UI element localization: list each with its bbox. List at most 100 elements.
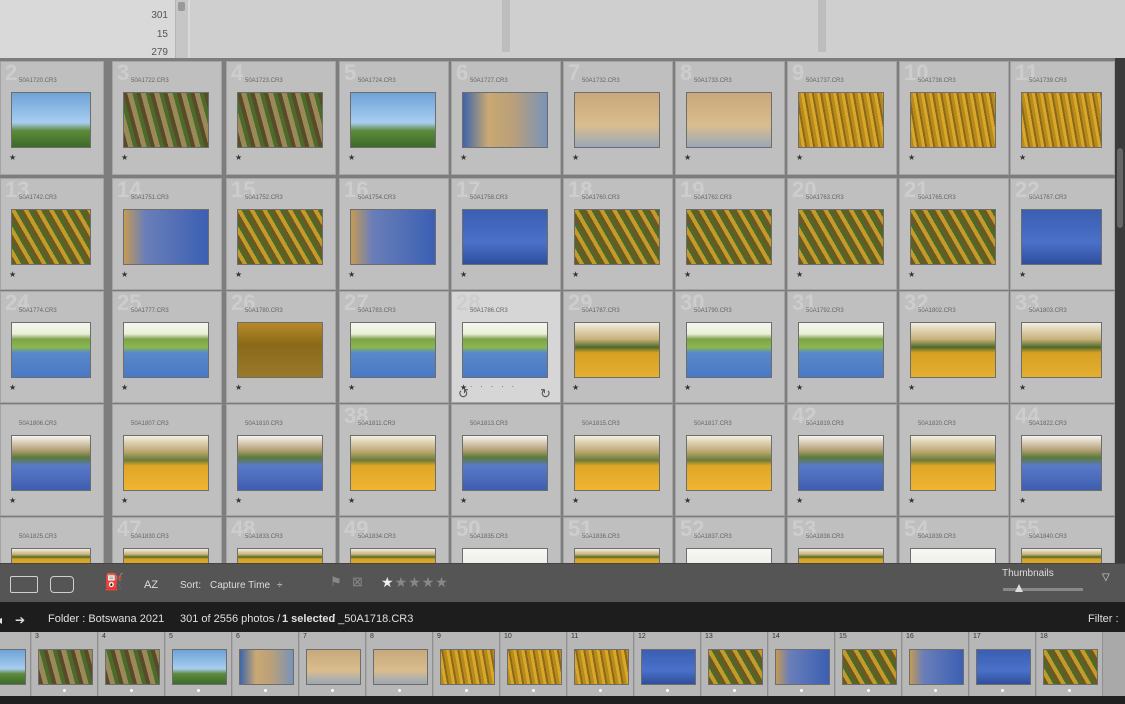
cell-rating-star[interactable]: ★: [908, 496, 915, 505]
cell-rating-star[interactable]: ★: [9, 270, 16, 279]
grid-cell[interactable]: 18 50A1760.CR3 ★: [563, 177, 673, 290]
photo-thumbnail[interactable]: [574, 548, 660, 563]
cell-rating-star[interactable]: ★: [572, 383, 579, 392]
cell-rating-star[interactable]: ★: [572, 496, 579, 505]
photo-thumbnail[interactable]: [686, 92, 772, 148]
photo-thumbnail[interactable]: [462, 92, 548, 148]
grid-cell[interactable]: 51 50A1836.CR3: [563, 516, 673, 563]
cell-rating-star[interactable]: ★: [121, 496, 128, 505]
grid-cell[interactable]: 21 50A1765.CR3 ★: [899, 177, 1009, 290]
rotate-left-icon[interactable]: ↺: [458, 386, 469, 402]
grid-cell[interactable]: 28 50A1786.CR3 ★. . . . . ↺ ↻: [451, 290, 561, 403]
filter-label[interactable]: Filter :: [1088, 613, 1119, 625]
photo-thumbnail[interactable]: [574, 92, 660, 148]
photo-thumbnail[interactable]: [910, 435, 996, 491]
filmstrip-item[interactable]: 15: [836, 632, 902, 698]
filmstrip-item[interactable]: 14: [769, 632, 835, 698]
grid-cell[interactable]: 16 50A1754.CR3 ★: [339, 177, 449, 290]
photo-thumbnail[interactable]: [237, 548, 323, 563]
filmstrip-thumbnail[interactable]: [38, 649, 93, 685]
grid-cell[interactable]: 50 50A1835.CR3: [451, 516, 561, 563]
grid-cell[interactable]: 31 50A1792.CR3 ★: [787, 290, 897, 403]
cell-rating-star[interactable]: ★: [684, 496, 691, 505]
grid-cell[interactable]: 54 50A1839.CR3: [899, 516, 1009, 563]
grid-cell[interactable]: 26 50A1780.CR3 ★: [226, 290, 336, 403]
cell-rating-star[interactable]: ★: [348, 270, 355, 279]
grid-cell[interactable]: 49 50A1834.CR3: [339, 516, 449, 563]
photo-thumbnail[interactable]: [798, 548, 884, 563]
grid-cell[interactable]: 50A1806.CR3 ★: [0, 404, 104, 516]
photo-thumbnail[interactable]: [686, 322, 772, 378]
cell-rating-star[interactable]: ★: [572, 270, 579, 279]
photo-thumbnail[interactable]: [1021, 209, 1102, 265]
filmstrip-item[interactable]: 10: [501, 632, 567, 698]
photo-thumbnail[interactable]: [11, 435, 91, 491]
grid-cell[interactable]: 42 50A1819.CR3 ★: [787, 403, 897, 516]
cell-rating-star[interactable]: ★: [460, 270, 467, 279]
filmstrip-item[interactable]: 8: [367, 632, 433, 698]
photo-thumbnail[interactable]: [462, 209, 548, 265]
loupe-view-icon[interactable]: [50, 576, 74, 593]
filmstrip-thumbnail[interactable]: [641, 649, 696, 685]
cell-rating-star[interactable]: ★: [684, 270, 691, 279]
grid-cell[interactable]: 19 50A1762.CR3 ★: [675, 177, 785, 290]
cell-rating-star[interactable]: ★: [796, 496, 803, 505]
photo-thumbnail[interactable]: [798, 435, 884, 491]
photo-thumbnail[interactable]: [462, 548, 548, 563]
grid-cell[interactable]: 44 50A1822.CR3 ★: [1010, 403, 1115, 516]
grid-cell[interactable]: 50A1817.CR3 ★: [675, 404, 785, 516]
grid-cell[interactable]: 55 50A1840.CR3: [1010, 516, 1115, 563]
grid-cell[interactable]: 6 50A1727.CR3 ★: [451, 60, 561, 175]
collection-list[interactable]: 301 15 279: [0, 0, 190, 58]
cell-rating-star[interactable]: ★: [348, 383, 355, 392]
grid-cell[interactable]: 50A1825.CR3: [0, 517, 104, 563]
cell-rating-star[interactable]: ★: [460, 496, 467, 505]
grid-cell[interactable]: 50A1813.CR3 ★: [451, 404, 561, 516]
photo-thumbnail[interactable]: [123, 322, 209, 378]
photo-thumbnail[interactable]: [462, 322, 548, 378]
filmstrip-item[interactable]: 5: [166, 632, 232, 698]
cell-rating-star[interactable]: ★: [572, 153, 579, 162]
photo-thumbnail[interactable]: [462, 435, 548, 491]
cell-rating-star[interactable]: ★: [348, 496, 355, 505]
photo-thumbnail[interactable]: [123, 209, 209, 265]
photo-thumbnail[interactable]: [1021, 92, 1102, 148]
photo-thumbnail[interactable]: [574, 209, 660, 265]
grid-cell[interactable]: 7 50A1732.CR3 ★: [563, 60, 673, 175]
grid-cell[interactable]: 5 50A1724.CR3 ★: [339, 60, 449, 175]
thumbnail-size-slider[interactable]: [1003, 584, 1083, 592]
filmstrip[interactable]: 3 4 5 6 7 8 9 10 11 12 13 14 15 16 17 18: [0, 632, 1125, 704]
photo-thumbnail[interactable]: [798, 322, 884, 378]
photo-thumbnail[interactable]: [350, 435, 436, 491]
grid-cell[interactable]: 29 50A1787.CR3 ★: [563, 290, 673, 403]
rating-star-icon[interactable]: ★: [422, 574, 436, 590]
cell-rating-star[interactable]: ★: [9, 383, 16, 392]
grid-cell[interactable]: 11 50A1739.CR3 ★: [1010, 60, 1115, 175]
photo-thumbnail[interactable]: [350, 548, 436, 563]
grid-cell[interactable]: 8 50A1733.CR3 ★: [675, 60, 785, 175]
sort-dropdown[interactable]: Capture Time: [210, 580, 270, 591]
cell-rating-star[interactable]: ★: [235, 383, 242, 392]
grid-cell[interactable]: 25 50A1777.CR3 ★: [112, 290, 222, 403]
rotate-right-icon[interactable]: ↻: [540, 386, 551, 402]
forward-arrow-icon[interactable]: ➔: [15, 613, 25, 627]
photo-thumbnail[interactable]: [11, 548, 91, 563]
filmstrip-thumbnail[interactable]: [373, 649, 428, 685]
photo-thumbnail[interactable]: [686, 548, 772, 563]
filmstrip-item[interactable]: 17: [970, 632, 1036, 698]
cell-rating-star[interactable]: ★: [9, 496, 16, 505]
cell-rating-star[interactable]: ★: [1019, 270, 1026, 279]
cell-rating-star[interactable]: ★: [908, 270, 915, 279]
cell-rating-star[interactable]: ★: [460, 153, 467, 162]
grid-cell[interactable]: 38 50A1811.CR3 ★: [339, 403, 449, 516]
filmstrip-thumbnail[interactable]: [507, 649, 562, 685]
photo-thumbnail[interactable]: [686, 435, 772, 491]
filmstrip-item[interactable]: 4: [99, 632, 165, 698]
grid-cell[interactable]: 15 50A1752.CR3 ★: [226, 177, 336, 290]
grid-cell[interactable]: 22 50A1767.CR3 ★: [1010, 177, 1115, 290]
grid-cell[interactable]: 47 50A1830.CR3: [112, 516, 222, 563]
grid-cell[interactable]: 14 50A1751.CR3 ★: [112, 177, 222, 290]
cell-rating-star[interactable]: ★: [1019, 496, 1026, 505]
photo-thumbnail[interactable]: [1021, 435, 1102, 491]
rating-star-icon[interactable]: ★: [435, 574, 449, 590]
